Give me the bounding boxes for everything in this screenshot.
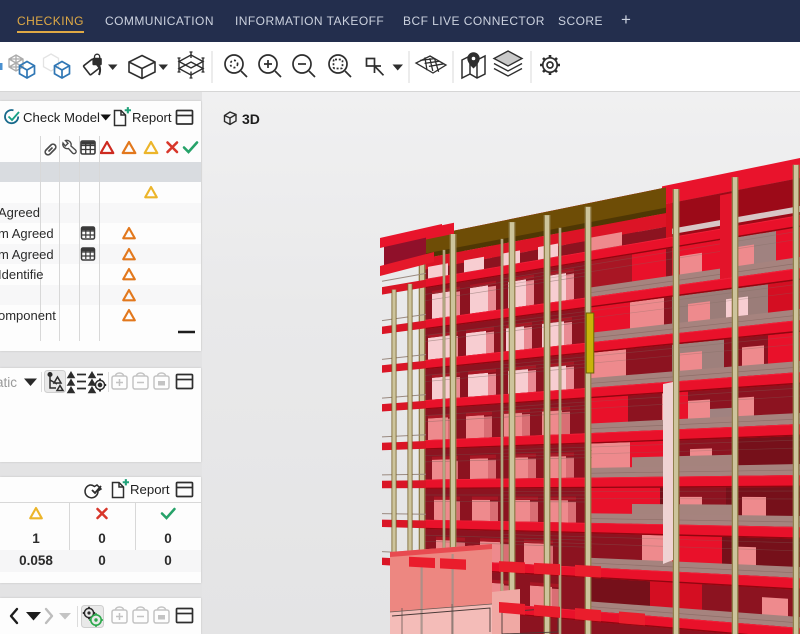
svg-text:Check Model: Check Model <box>23 110 100 125</box>
svg-text:Report: Report <box>130 482 170 497</box>
svg-text:0: 0 <box>98 531 106 546</box>
svg-text:1: 1 <box>32 531 40 546</box>
svg-text:Agreed: Agreed <box>0 205 40 220</box>
svg-text:atic: atic <box>0 375 17 390</box>
svg-text:Identifie: Identifie <box>0 267 44 282</box>
svg-text:0: 0 <box>164 531 172 546</box>
svg-text:Report: Report <box>132 110 172 125</box>
svg-text:m Agreed: m Agreed <box>0 247 54 262</box>
svg-text:0: 0 <box>98 553 106 568</box>
svg-text:0.058: 0.058 <box>19 553 53 568</box>
svg-text:omponent: omponent <box>0 308 56 323</box>
svg-text:3D: 3D <box>242 111 260 127</box>
svg-text:0: 0 <box>164 553 172 568</box>
svg-text:m Agreed: m Agreed <box>0 226 54 241</box>
